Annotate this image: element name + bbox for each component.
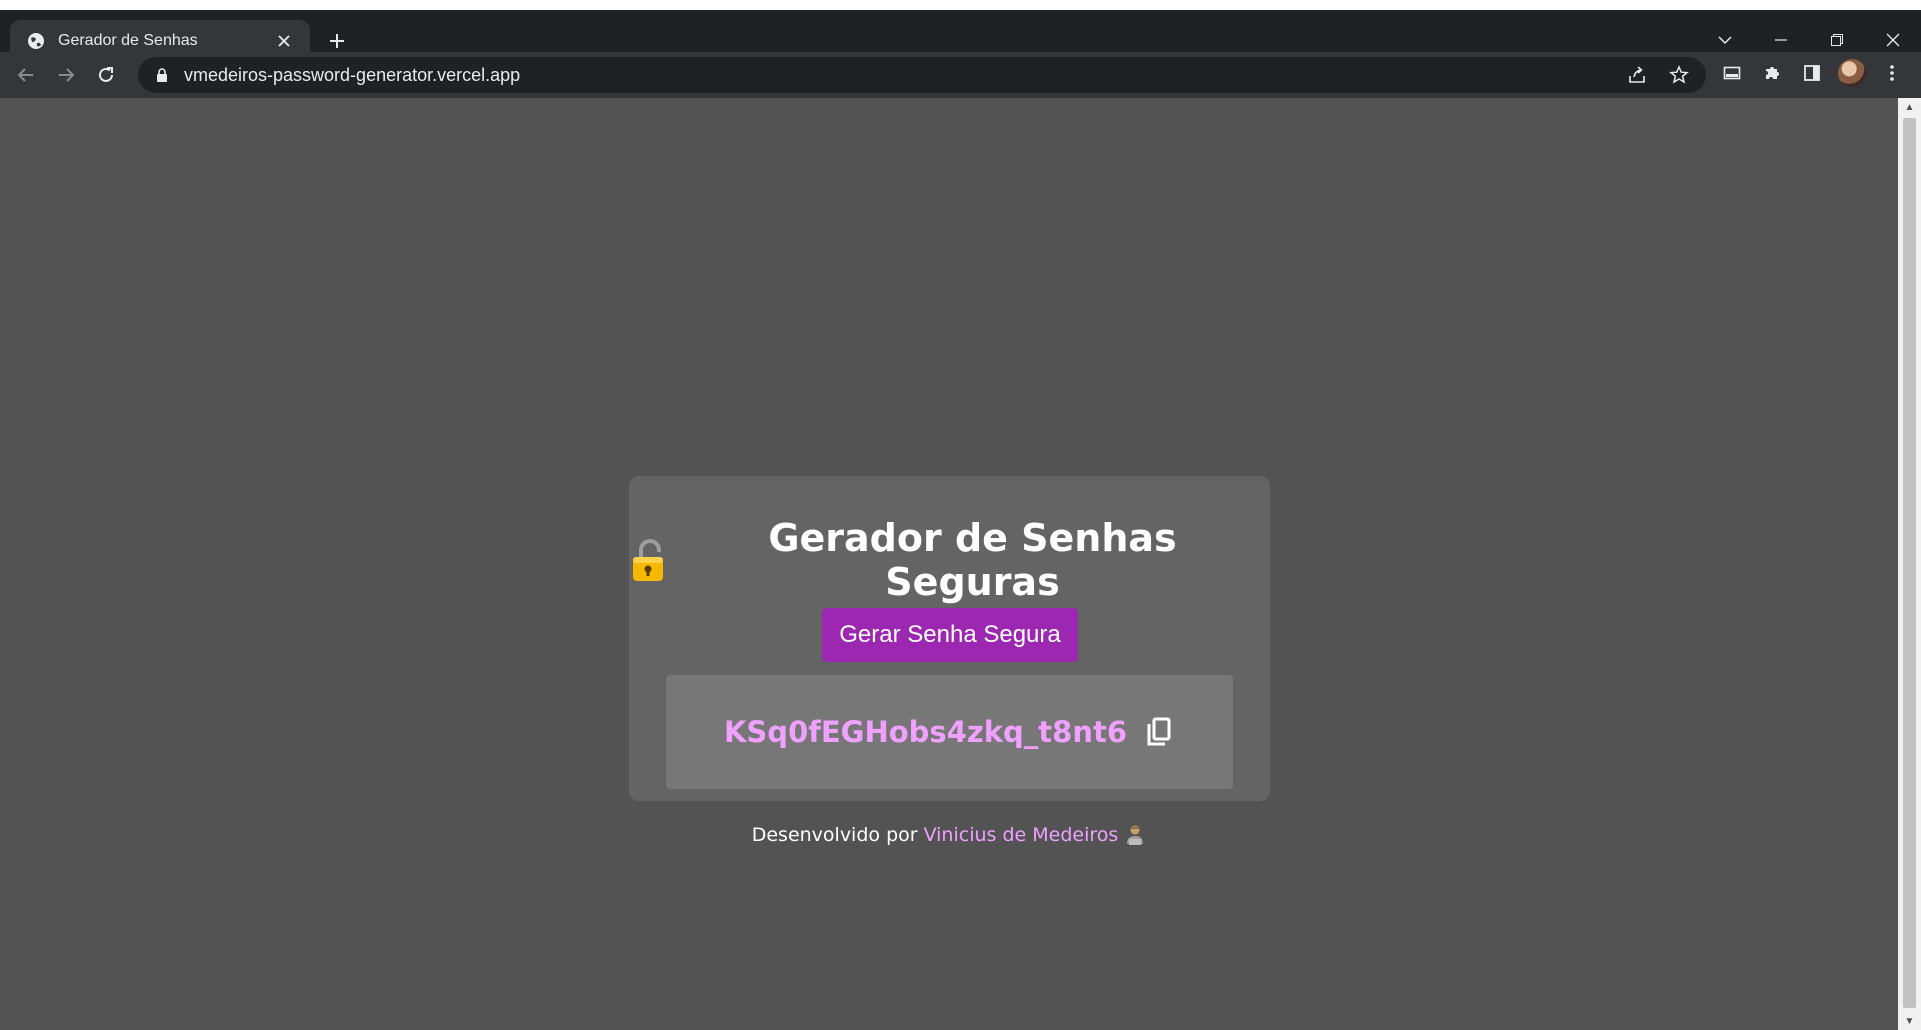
extensions-puzzle-icon[interactable] [1755, 56, 1789, 90]
generate-password-button[interactable]: Gerar Senha Segura [822, 608, 1078, 662]
menu-kebab-icon[interactable] [1875, 56, 1909, 90]
forward-icon[interactable] [46, 55, 86, 95]
reload-icon[interactable] [86, 55, 126, 95]
url-text[interactable]: vmedeiros-password-generator.vercel.app [184, 65, 1620, 86]
footer-prefix: Desenvolvido por [751, 824, 918, 846]
password-text[interactable]: KSq0fEGHobs4zkq_t8nt6 [724, 715, 1127, 749]
share-icon[interactable] [1620, 58, 1654, 92]
browser-titlebar: Gerador de Senhas [0, 10, 1921, 62]
cast-icon[interactable] [1715, 56, 1749, 90]
copy-icon[interactable] [1143, 715, 1175, 749]
side-panel-icon[interactable] [1795, 56, 1829, 90]
generator-card: Gerador de Senhas Seguras Gerar Senha Se… [629, 476, 1270, 801]
technologist-emoji-icon [1124, 824, 1146, 846]
browser-toolbar: vmedeiros-password-generator.vercel.app [0, 52, 1921, 98]
close-tab-icon[interactable] [272, 29, 296, 53]
scroll-up-arrow-icon[interactable]: ▲ [1898, 98, 1921, 116]
globe-icon [26, 31, 46, 51]
lock-emoji-icon [629, 538, 669, 582]
author-link[interactable]: Vinicius de Medeiros [924, 824, 1119, 846]
lock-icon[interactable] [152, 65, 172, 85]
page-scrollbar[interactable]: ▲ ▼ [1898, 98, 1921, 1030]
title-text: Gerador de Senhas Seguras [768, 516, 1177, 604]
page-title: Gerador de Senhas Seguras [629, 516, 1270, 604]
profile-avatar[interactable] [1835, 56, 1869, 90]
scroll-thumb[interactable] [1903, 118, 1916, 1008]
bookmark-star-icon[interactable] [1662, 58, 1696, 92]
password-display: KSq0fEGHobs4zkq_t8nt6 [666, 675, 1233, 789]
page-viewport: Gerador de Senhas Seguras Gerar Senha Se… [0, 98, 1898, 1030]
scroll-down-arrow-icon[interactable]: ▼ [1898, 1012, 1921, 1030]
footer: Desenvolvido por Vinicius de Medeiros [0, 824, 1898, 846]
address-bar[interactable]: vmedeiros-password-generator.vercel.app [138, 57, 1706, 93]
tab-title: Gerador de Senhas [58, 32, 198, 49]
back-icon[interactable] [6, 55, 46, 95]
